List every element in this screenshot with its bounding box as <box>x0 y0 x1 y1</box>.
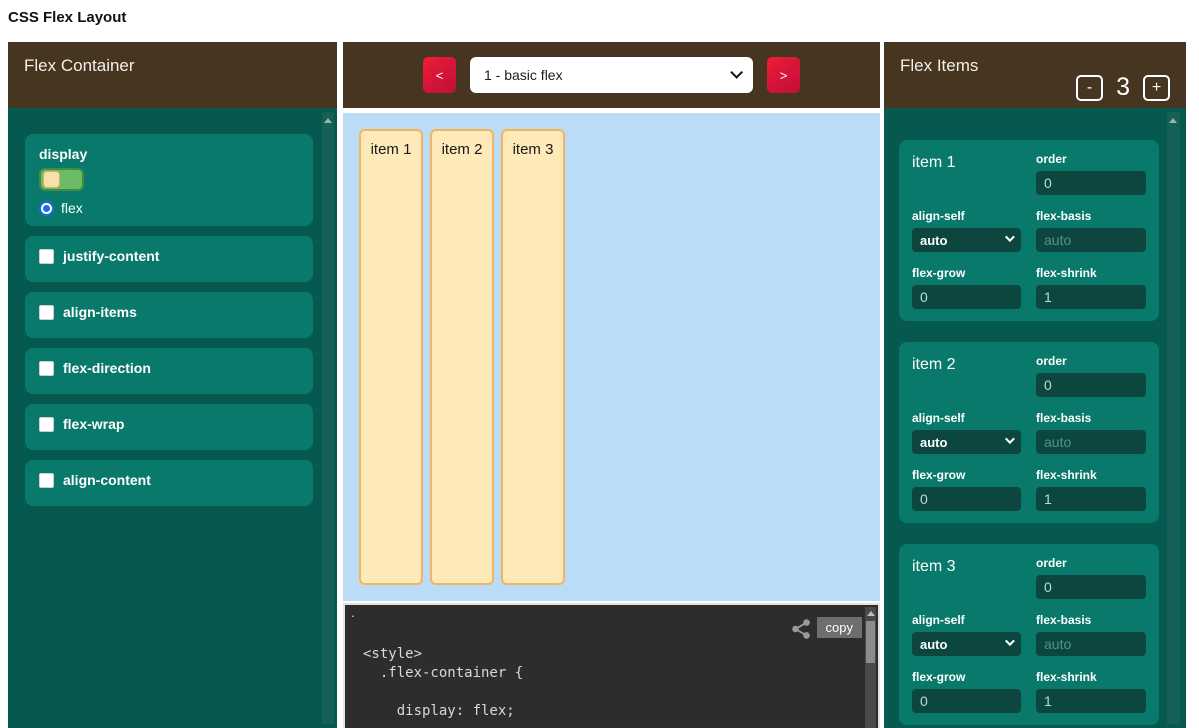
display-option-card: display flex <box>25 134 313 226</box>
flex-radio-label: flex <box>61 200 83 216</box>
item-3-flex-basis-input[interactable] <box>1036 632 1146 656</box>
option-card-align-content: align-content <box>25 460 313 506</box>
order-label: order <box>1036 354 1146 368</box>
flex-items-panel-header: Flex Items - 3 + <box>884 42 1186 108</box>
flex-items-panel-title: Flex Items <box>900 56 978 75</box>
copy-button[interactable]: copy <box>817 617 862 638</box>
prev-example-button[interactable]: < <box>423 57 456 93</box>
flex-basis-label: flex-basis <box>1036 209 1146 223</box>
item-1-flex-shrink-input[interactable] <box>1036 285 1146 309</box>
flex-basis-label: flex-basis <box>1036 613 1146 627</box>
display-toggle[interactable] <box>39 168 84 191</box>
item-2-order-input[interactable] <box>1036 373 1146 397</box>
flex-shrink-label: flex-shrink <box>1036 266 1146 280</box>
item-2-flex-basis-input[interactable] <box>1036 430 1146 454</box>
flex-container-panel-title: Flex Container <box>8 42 337 108</box>
flex-grow-label: flex-grow <box>912 266 1021 280</box>
flex-shrink-label: flex-shrink <box>1036 670 1146 684</box>
scroll-up-icon <box>1169 118 1177 123</box>
item-1-flex-grow-input[interactable] <box>912 285 1021 309</box>
flex-container-options: display flex justify-content align-items… <box>8 108 337 728</box>
align-self-label: align-self <box>912 209 1021 223</box>
left-panel-scrollbar[interactable] <box>322 112 334 724</box>
align-items-label: align-items <box>63 304 137 320</box>
flex-wrap-checkbox[interactable] <box>39 417 54 432</box>
flex-preview-container: item 1 item 2 item 3 <box>343 113 880 601</box>
item-3-card: item 3 order align-self auto flex-basis … <box>899 544 1159 725</box>
code-scrollbar[interactable] <box>865 607 876 728</box>
corner-dot: . <box>351 605 355 620</box>
align-self-value: auto <box>920 637 947 652</box>
item-3-flex-grow-input[interactable] <box>912 689 1021 713</box>
item-3-flex-shrink-input[interactable] <box>1036 689 1146 713</box>
chevron-down-icon <box>1005 232 1015 242</box>
share-icon[interactable] <box>790 618 812 645</box>
item-3-title: item 3 <box>912 556 1021 599</box>
item-1-card: item 1 order align-self auto flex-basis … <box>899 140 1159 321</box>
justify-content-label: justify-content <box>63 248 159 264</box>
item-1-order-input[interactable] <box>1036 171 1146 195</box>
chevron-down-icon <box>730 66 743 79</box>
example-select[interactable]: 1 - basic flex <box>470 57 753 93</box>
option-card-flex-direction: flex-direction <box>25 348 313 394</box>
flex-container-panel: Flex Container display flex justify-cont… <box>8 42 337 728</box>
item-2-title: item 2 <box>912 354 1021 397</box>
item-count: 3 <box>1116 73 1130 102</box>
justify-content-checkbox[interactable] <box>39 249 54 264</box>
preview-header: < 1 - basic flex > <box>343 42 880 108</box>
scroll-up-icon <box>324 118 332 123</box>
flex-direction-checkbox[interactable] <box>39 361 54 376</box>
item-2-card: item 2 order align-self auto flex-basis … <box>899 342 1159 523</box>
remove-item-button[interactable]: - <box>1076 75 1103 101</box>
code-text: <style> .flex-container { display: flex; <box>363 645 523 721</box>
option-card-flex-wrap: flex-wrap <box>25 404 313 450</box>
item-1-title: item 1 <box>912 152 1021 195</box>
item-3-align-self-select[interactable]: auto <box>912 632 1021 656</box>
display-label: display <box>39 146 299 162</box>
preview-item-1: item 1 <box>359 129 423 585</box>
chevron-down-icon <box>1005 636 1015 646</box>
flex-radio[interactable] <box>39 201 54 216</box>
example-select-value: 1 - basic flex <box>484 67 563 83</box>
align-self-value: auto <box>920 435 947 450</box>
preview-item-2: item 2 <box>430 129 494 585</box>
flex-basis-label: flex-basis <box>1036 411 1146 425</box>
option-card-justify-content: justify-content <box>25 236 313 282</box>
preview-item-3: item 3 <box>501 129 565 585</box>
add-item-button[interactable]: + <box>1143 75 1170 101</box>
page-title: CSS Flex Layout <box>8 9 126 26</box>
item-1-align-self-select[interactable]: auto <box>912 228 1021 252</box>
align-items-checkbox[interactable] <box>39 305 54 320</box>
toggle-knob <box>43 171 60 188</box>
order-label: order <box>1036 556 1146 570</box>
option-card-align-items: align-items <box>25 292 313 338</box>
item-2-align-self-select[interactable]: auto <box>912 430 1021 454</box>
item-3-order-input[interactable] <box>1036 575 1146 599</box>
right-panel-scrollbar[interactable] <box>1167 112 1180 724</box>
next-example-button[interactable]: > <box>767 57 800 93</box>
align-content-checkbox[interactable] <box>39 473 54 488</box>
align-content-label: align-content <box>63 472 151 488</box>
flex-shrink-label: flex-shrink <box>1036 468 1146 482</box>
flex-items-list: item 1 order align-self auto flex-basis … <box>884 108 1186 728</box>
chevron-down-icon <box>1005 434 1015 444</box>
flex-grow-label: flex-grow <box>912 670 1021 684</box>
item-count-stepper: - 3 + <box>1076 73 1170 102</box>
align-self-label: align-self <box>912 411 1021 425</box>
code-panel: . <style> .flex-container { display: fle… <box>343 603 880 728</box>
code-scrollbar-thumb[interactable] <box>866 621 875 663</box>
order-label: order <box>1036 152 1146 166</box>
scroll-up-icon <box>867 611 875 616</box>
align-self-label: align-self <box>912 613 1021 627</box>
flex-wrap-label: flex-wrap <box>63 416 124 432</box>
flex-grow-label: flex-grow <box>912 468 1021 482</box>
item-2-flex-shrink-input[interactable] <box>1036 487 1146 511</box>
item-1-flex-basis-input[interactable] <box>1036 228 1146 252</box>
flex-items-panel: Flex Items - 3 + item 1 order align-self… <box>884 42 1186 728</box>
item-2-flex-grow-input[interactable] <box>912 487 1021 511</box>
align-self-value: auto <box>920 233 947 248</box>
flex-direction-label: flex-direction <box>63 360 151 376</box>
